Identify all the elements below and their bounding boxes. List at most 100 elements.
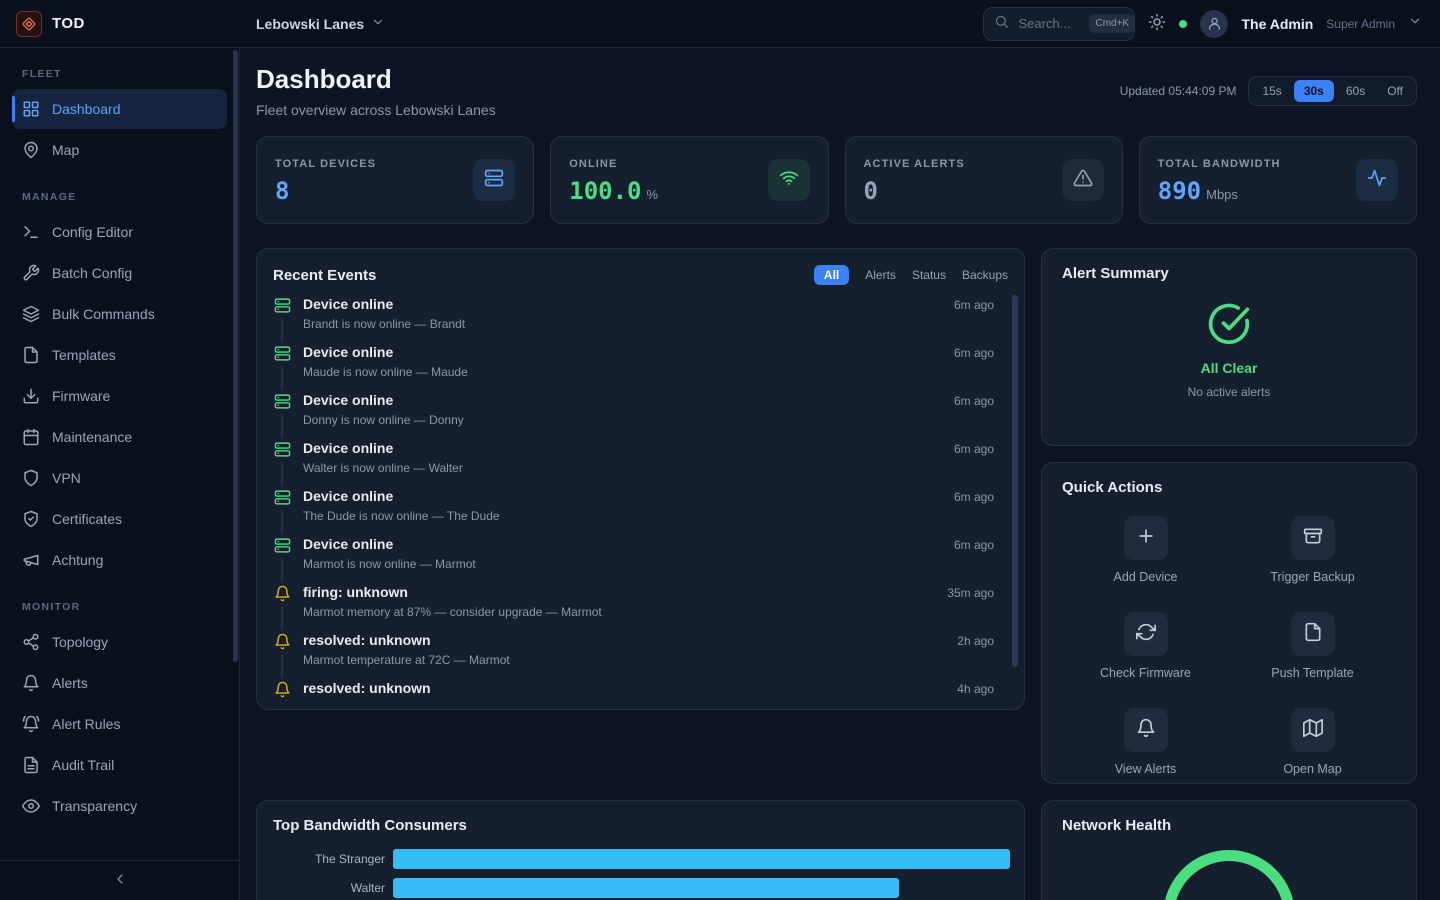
stat-value: 8 [275,179,376,203]
interval-button-15s[interactable]: 15s [1252,80,1291,102]
wrench-icon [22,264,40,282]
quick-action-add-device[interactable]: Add Device [1062,516,1229,584]
event-tab-alerts[interactable]: Alerts [865,268,896,282]
brand: TOD [0,11,240,37]
bandwidth-row: The Stranger [273,849,1010,869]
event-title: Device online [303,536,942,553]
server-icon [274,345,291,362]
server-icon [274,297,291,314]
sidebar-item-maintenance[interactable]: Maintenance [12,417,227,457]
event-row[interactable]: resolved: unknown4h ago [273,679,994,699]
org-switcher[interactable]: Lebowski Lanes [256,15,385,32]
sidebar-scrollbar[interactable] [233,50,238,662]
search-icon [994,14,1009,34]
bandwidth-bar [393,878,899,898]
event-tab-backups[interactable]: Backups [962,268,1008,282]
user-menu-chevron-icon[interactable] [1408,14,1422,33]
event-body: Device onlineDonny is now online — Donny [303,391,942,439]
bell-icon [22,674,40,692]
interval-button-off[interactable]: Off [1377,80,1413,102]
event-time: 6m ago [954,394,994,439]
sidebar-item-topology[interactable]: Topology [12,622,227,662]
app: TOD Lebowski Lanes Cmd+K [0,0,1440,900]
connection-status-dot [1179,20,1187,28]
sidebar-item-firmware[interactable]: Firmware [12,376,227,416]
org-name: Lebowski Lanes [256,16,364,32]
sidebar-item-bulk-commands[interactable]: Bulk Commands [12,294,227,334]
event-time: 6m ago [954,442,994,487]
event-body: Device online Marmot is now online — Marm… [303,535,942,583]
sidebar-item-batch-config[interactable]: Batch Config [12,253,227,293]
event-tab-status[interactable]: Status [912,268,946,282]
check-circle-icon [1207,302,1251,351]
stat-text: ONLINE100.0% [569,158,658,203]
sidebar-item-certificates[interactable]: Certificates [12,499,227,539]
sidebar-item-label: Batch Config [52,265,132,281]
event-row[interactable]: Device onlineDonny is now online — Donny… [273,391,994,439]
quick-action-trigger-backup[interactable]: Trigger Backup [1229,516,1396,584]
event-row[interactable]: Device online Brandt is now online — Bran… [273,295,994,343]
event-title: Device online [303,296,942,313]
sidebar-item-achtung[interactable]: Achtung [12,540,227,580]
refresh-interval-control: 15s30s60sOff [1248,76,1417,106]
sidebar-item-label: Templates [52,347,116,363]
brand-logo-icon [16,11,42,37]
alert-summary-title: Alert Summary [1062,265,1396,282]
interval-button-30s[interactable]: 30s [1294,80,1334,102]
event-detail: Donny is now online — Donny [303,413,942,427]
event-row[interactable]: Device onlineWalter is now online — Walt… [273,439,994,487]
event-title: resolved: unknown [303,680,945,697]
search-input[interactable] [1016,15,1082,32]
quick-action-label: Open Map [1283,762,1341,776]
event-detail: Brandt is now online — Brandt [303,317,942,331]
quick-action-push-template[interactable]: Push Template [1229,612,1396,680]
event-detail: Marmot is now online — Marmot [303,557,942,571]
event-time: 6m ago [954,346,994,391]
sidebar-section-title: FLEET [12,48,227,88]
event-detail: Maude is now online — Maude [303,365,942,379]
stats-row: TOTAL DEVICES8ONLINE100.0%ACTIVE ALERTS0… [256,136,1417,224]
interval-button-60s[interactable]: 60s [1336,80,1375,102]
sidebar-item-map[interactable]: Map [12,130,227,170]
event-title: Device online [303,440,942,457]
event-timeline-tail [281,654,283,679]
user-avatar[interactable] [1200,10,1228,38]
search-box[interactable]: Cmd+K [983,7,1135,41]
event-title: firing: unknown [303,584,935,601]
sidebar-collapse-button[interactable] [106,870,134,891]
quick-action-view-alerts[interactable]: View Alerts [1062,708,1229,776]
quick-action-open-map[interactable]: Open Map [1229,708,1396,776]
event-row[interactable]: Device onlineMaude is now online — Maude… [273,343,994,391]
sidebar-item-dashboard[interactable]: Dashboard [12,89,227,129]
sidebar-item-config-editor[interactable]: Config Editor [12,212,227,252]
theme-toggle-button[interactable] [1148,13,1166,34]
megaphone-icon [22,551,40,569]
quick-action-label: Trigger Backup [1270,570,1354,584]
sun-icon [1148,13,1166,34]
sidebar-item-label: Config Editor [52,224,133,240]
bandwidth-track [393,878,1010,898]
download-icon [22,387,40,405]
stat-value: 0 [864,179,965,203]
stat-label: ACTIVE ALERTS [864,158,965,170]
event-tab-all[interactable]: All [814,265,849,285]
event-row[interactable]: Device onlineThe Dude is now online — Th… [273,487,994,535]
wifi-icon [779,168,799,193]
sidebar-item-alert-rules[interactable]: Alert Rules [12,704,227,744]
event-row[interactable]: Device online Marmot is now online — Marm… [273,535,994,583]
sidebar-item-audit-trail[interactable]: Audit Trail [12,745,227,785]
sidebar-item-vpn[interactable]: VPN [12,458,227,498]
sidebar-item-alerts[interactable]: Alerts [12,663,227,703]
server-icon [274,441,291,458]
sidebar-item-templates[interactable]: Templates [12,335,227,375]
event-icon-column [273,439,291,487]
quick-action-icon-box [1291,516,1335,560]
event-row[interactable]: resolved: unknownMarmot temperature at 7… [273,631,994,679]
event-body: Device onlineThe Dude is now online — Th… [303,487,942,535]
stat-card-online: ONLINE100.0% [550,136,828,224]
sidebar-item-transparency[interactable]: Transparency [12,786,227,826]
quick-action-check-firmware[interactable]: Check Firmware [1062,612,1229,680]
quick-actions-title: Quick Actions [1062,479,1396,496]
event-list-scrollbar[interactable] [1012,295,1018,667]
event-row[interactable]: firing: unknownMarmot memory at 87% — co… [273,583,994,631]
